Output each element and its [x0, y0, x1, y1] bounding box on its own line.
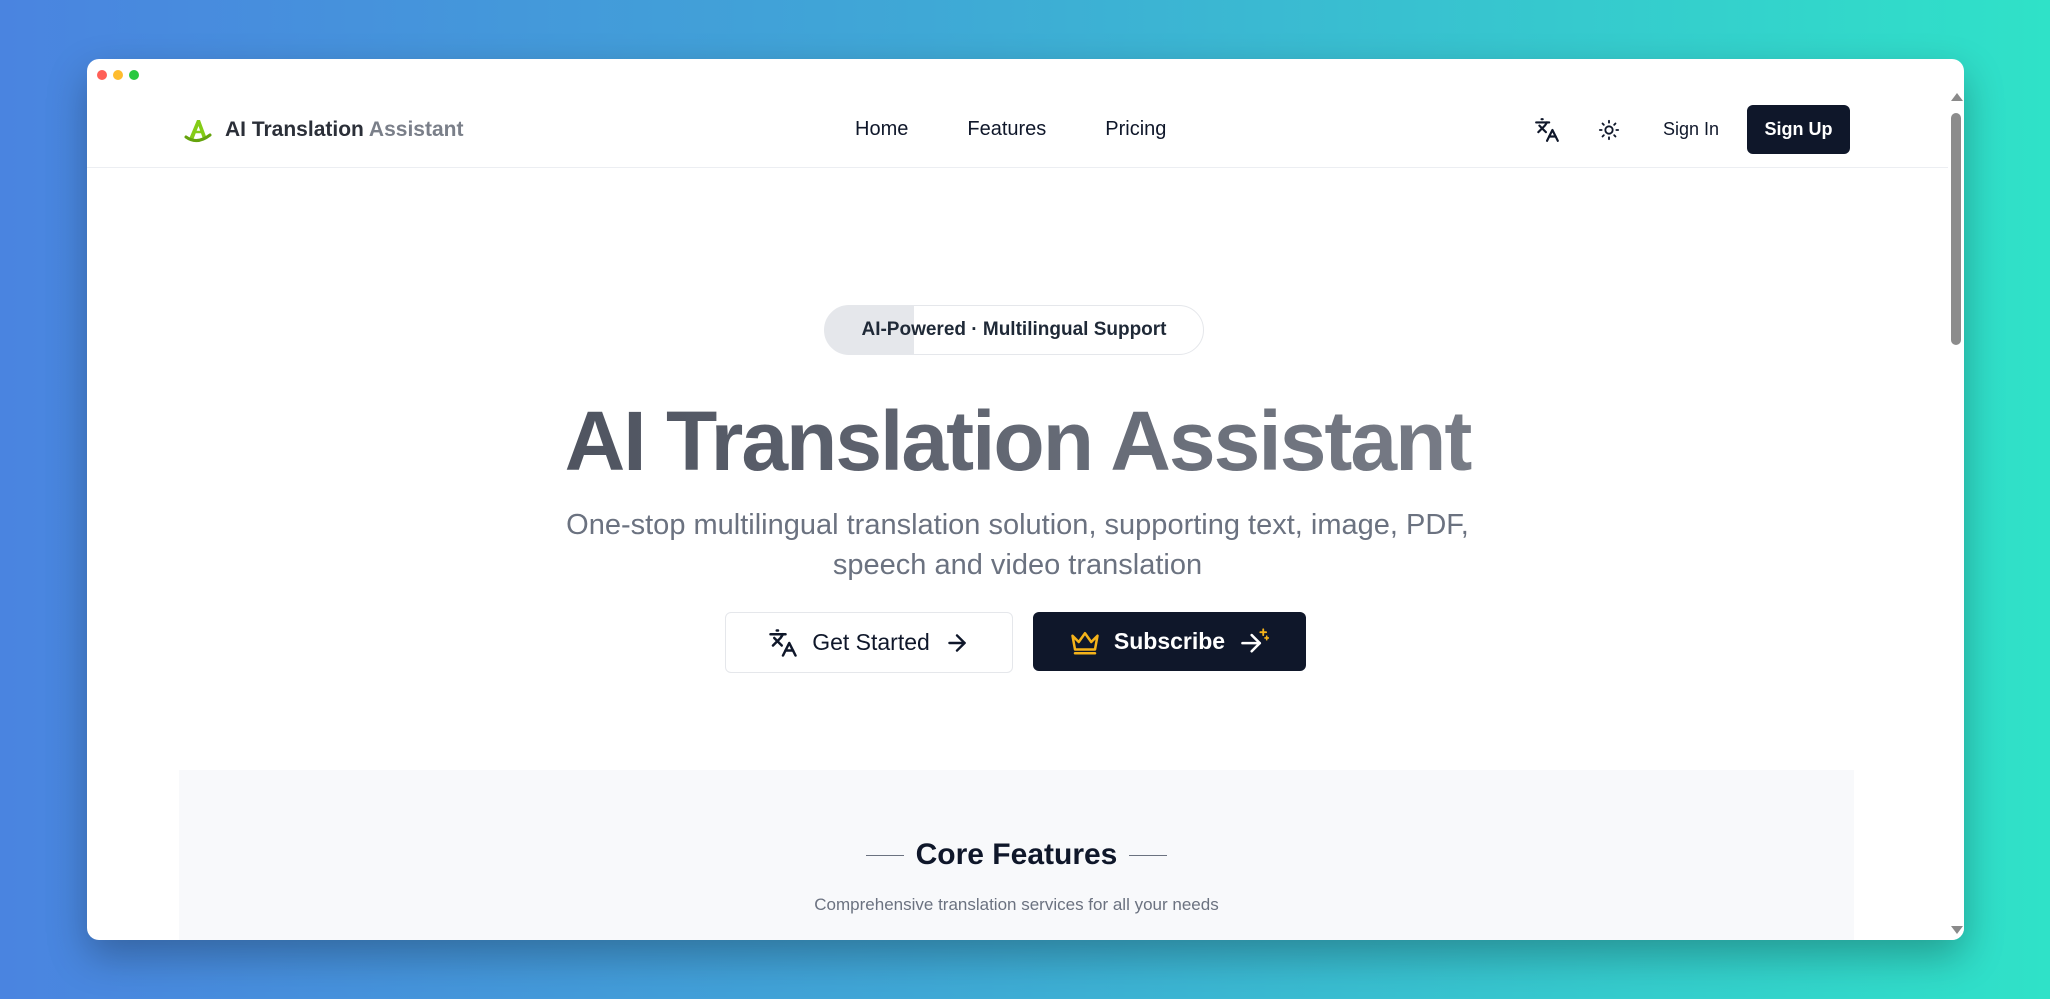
browser-window: AI Translation Assistant Home Features P…: [87, 59, 1964, 940]
brand-name-secondary: Assistant: [368, 118, 464, 141]
nav-link-features[interactable]: Features: [967, 118, 1046, 141]
logo-icon: [184, 120, 212, 142]
get-started-label: Get Started: [812, 629, 930, 655]
sun-icon: [1598, 119, 1620, 140]
hero-subtitle-line1: One-stop multilingual translation soluti…: [566, 509, 1469, 541]
get-started-button[interactable]: Get Started: [725, 612, 1013, 673]
theme-toggle-button[interactable]: [1589, 110, 1629, 150]
core-features-section: Core Features Comprehensive translation …: [179, 770, 1854, 940]
nav-link-home[interactable]: Home: [855, 118, 908, 141]
close-window-button[interactable]: [97, 70, 107, 80]
language-toggle-button[interactable]: [1527, 110, 1567, 150]
hero-badge: AI-Powered · Multilingual Support: [824, 305, 1204, 355]
features-title: Core Features: [915, 838, 1118, 871]
translate-icon: [1535, 117, 1559, 142]
navbar: AI Translation Assistant Home Features P…: [87, 93, 1948, 168]
hero-title: AI Translation Assistant: [87, 393, 1948, 490]
nav-link-pricing[interactable]: Pricing: [1105, 118, 1166, 141]
heading-divider-right: [1129, 854, 1168, 856]
maximize-window-button[interactable]: [129, 70, 139, 80]
subscribe-button[interactable]: Subscribe: [1033, 612, 1306, 671]
minimize-window-button[interactable]: [113, 70, 123, 80]
brand[interactable]: AI Translation Assistant: [183, 115, 463, 145]
scroll-thumb[interactable]: [1951, 113, 1961, 345]
scroll-up-arrow-icon[interactable]: [1951, 93, 1963, 101]
features-subtitle: Comprehensive translation services for a…: [814, 895, 1219, 914]
window-controls: [97, 70, 139, 80]
translate-icon: [769, 628, 797, 657]
arrow-sparkle-icon: [1241, 627, 1270, 652]
crown-icon: [1071, 631, 1099, 654]
hero-badge-text: AI-Powered · Multilingual Support: [861, 319, 1167, 340]
brand-name-primary: AI Translation: [225, 118, 364, 141]
nav-actions: Sign In Sign Up: [1527, 105, 1851, 154]
sign-in-button[interactable]: Sign In: [1663, 119, 1719, 140]
features-heading: Core Features: [179, 838, 1854, 872]
subscribe-label: Subscribe: [1113, 628, 1226, 654]
hero-subtitle: One-stop multilingual translation soluti…: [87, 505, 1948, 585]
sign-up-button[interactable]: Sign Up: [1747, 105, 1851, 154]
scroll-down-arrow-icon[interactable]: [1951, 926, 1963, 934]
arrow-right-icon: [948, 633, 966, 652]
vertical-scrollbar[interactable]: [1948, 93, 1964, 940]
nav-links: Home Features Pricing: [855, 118, 1166, 141]
heading-divider-left: [865, 854, 904, 856]
hero-subtitle-line2: speech and video translation: [832, 549, 1203, 581]
